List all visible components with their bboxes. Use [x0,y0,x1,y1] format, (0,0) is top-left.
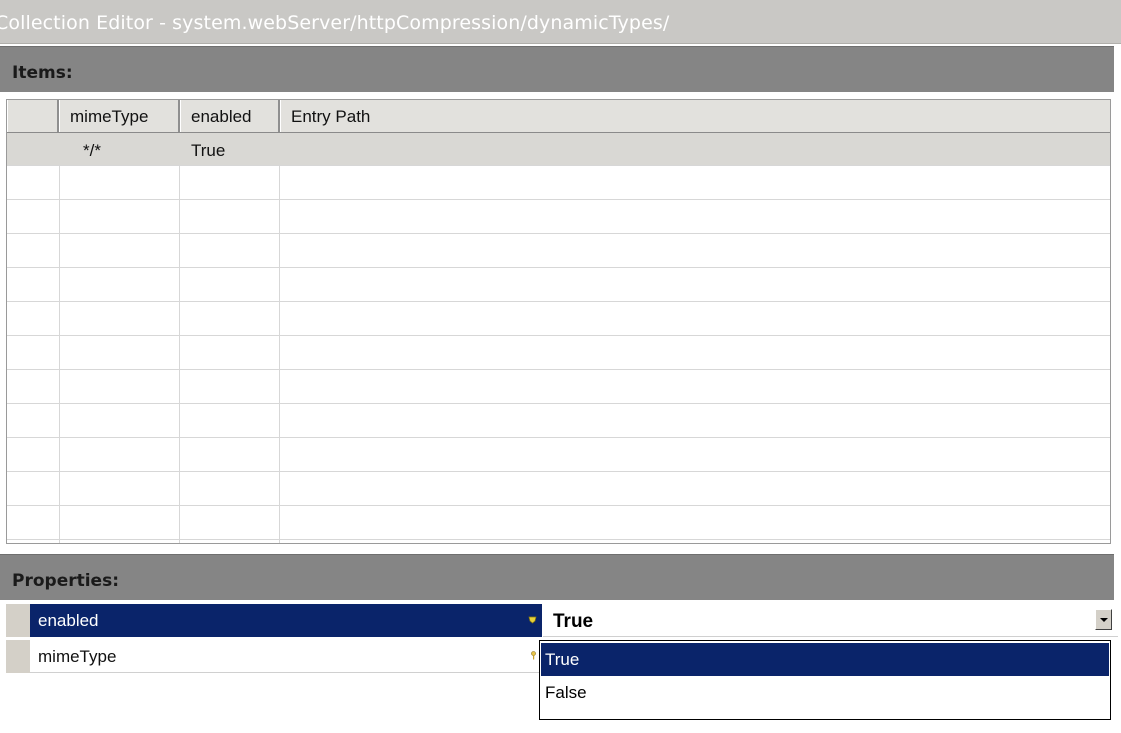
window-title: Collection Editor - system.webServer/htt… [0,12,670,34]
items-section-label: Items: [12,63,73,83]
required-property-icon [528,616,537,624]
row-selector-column-header [7,100,59,132]
property-value-text: True [553,611,594,632]
key-icon [531,651,536,660]
properties-section-label: Properties: [12,571,120,591]
cell-entry-path[interactable] [279,133,1109,166]
column-header-enabled[interactable]: enabled [180,100,280,132]
dropdown-option-false[interactable]: False [541,676,1109,709]
cell-enabled[interactable]: True [179,133,279,166]
empty-row [7,473,1110,506]
dropdown-option-true[interactable]: True [541,643,1109,676]
property-gutter [6,640,30,673]
column-header-entry-path[interactable]: Entry Path [280,100,1110,132]
cell-mimetype[interactable]: */* [59,133,179,166]
property-name-enabled[interactable]: enabled [30,604,542,637]
items-grid[interactable]: mimeType enabled Entry Path */* True [6,99,1111,544]
column-header-mimetype[interactable]: mimeType [59,100,180,132]
empty-row [7,167,1110,200]
empty-row [7,439,1110,472]
property-name-mimetype[interactable]: mimeType [30,640,542,673]
empty-row [7,235,1110,268]
dropdown-arrow-button[interactable] [1095,609,1112,630]
property-value-enabled[interactable]: True [543,604,1118,637]
items-section-header: Items: [0,46,1114,92]
enabled-dropdown-list[interactable]: True False [539,640,1111,720]
empty-row [7,303,1110,336]
table-row[interactable]: */* True [7,133,1110,166]
grid-column-header-row: mimeType enabled Entry Path [7,100,1110,133]
empty-row [7,201,1110,234]
empty-row [7,337,1110,370]
property-row-enabled[interactable]: enabled True [6,604,1118,637]
properties-section-header: Properties: [0,554,1114,600]
empty-row [7,269,1110,302]
empty-row [7,507,1110,540]
empty-row [7,405,1110,438]
property-gutter [6,604,30,637]
window-title-bar: Collection Editor - system.webServer/htt… [0,0,1121,44]
empty-row [7,371,1110,404]
